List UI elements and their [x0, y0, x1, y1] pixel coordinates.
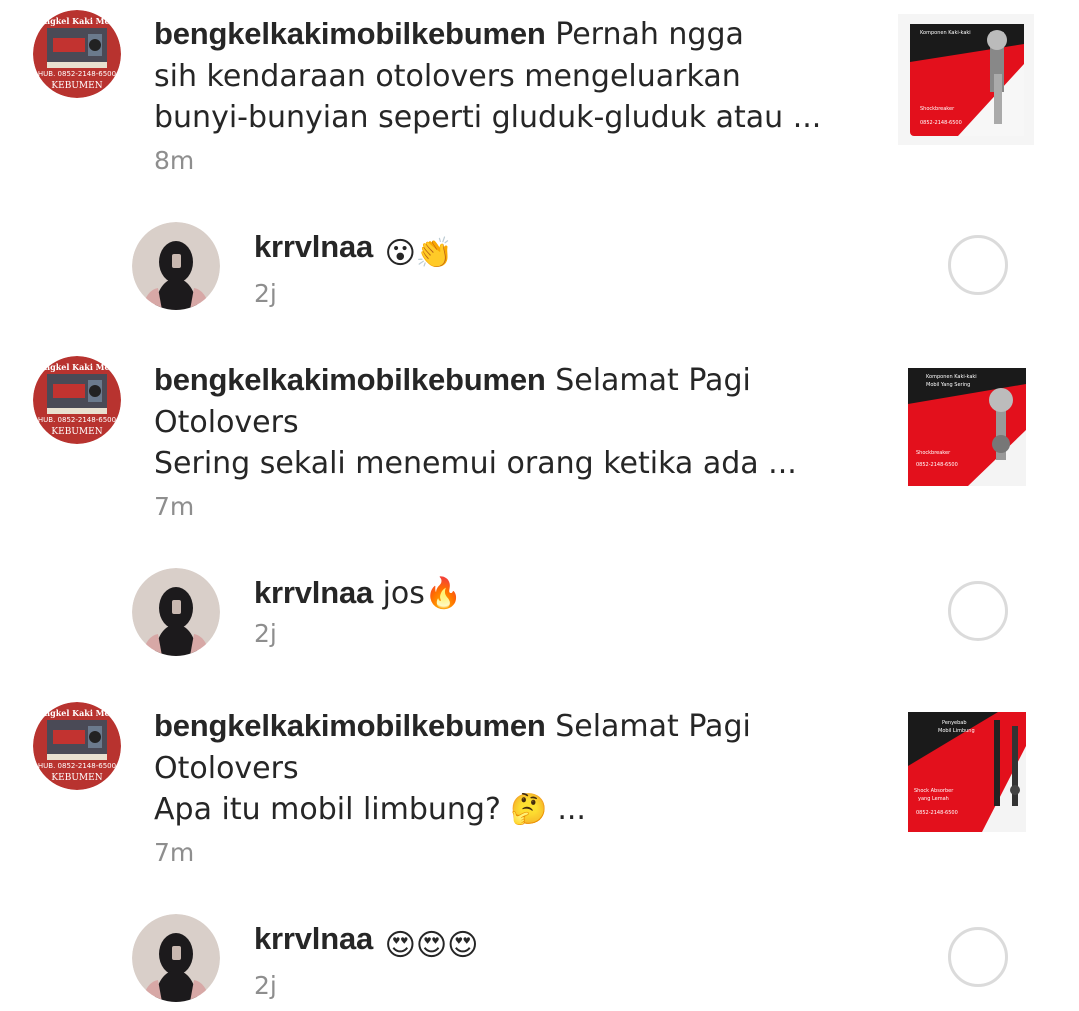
reply-comment: 😍😍😍	[384, 928, 479, 963]
timestamp: 2j	[254, 619, 277, 648]
svg-text:Shockbreaker: Shockbreaker	[920, 106, 955, 112]
svg-text:Bengkel Kaki Mobil: Bengkel Kaki Mobil	[33, 16, 121, 26]
svg-text:HUB. 0852-2148-6500: HUB. 0852-2148-6500	[38, 416, 116, 424]
avatar[interactable]: Bengkel Kaki Mobil HUB. 0852-2148-6500 K…	[33, 356, 121, 444]
svg-text:Komponen Kaki-kaki: Komponen Kaki-kaki	[926, 374, 977, 380]
post-thumbnail[interactable]: Penyebab Mobil Limbung Shock Absorber ya…	[898, 706, 1034, 837]
svg-text:HUB. 0852-2148-6500: HUB. 0852-2148-6500	[38, 70, 116, 78]
svg-text:Penyebab: Penyebab	[942, 720, 967, 726]
svg-text:Komponen Kaki-kaki: Komponen Kaki-kaki	[920, 30, 971, 36]
svg-text:Shock Absorber: Shock Absorber	[914, 788, 954, 794]
svg-text:0852-2148-6500: 0852-2148-6500	[920, 120, 962, 126]
avatar[interactable]: Bengkel Kaki Mobil HUB. 0852-2148-6500 K…	[33, 10, 121, 98]
caption-line: Selamat Pagi	[555, 363, 751, 398]
caption-line: Sering sekali menemui orang ketika ada .…	[154, 446, 797, 481]
avatar[interactable]	[132, 222, 220, 310]
svg-text:Mobil Yang Sering: Mobil Yang Sering	[926, 382, 970, 388]
svg-text:KEBUMEN: KEBUMEN	[51, 773, 102, 783]
reply-text: krrvlnaa jos🔥 2j	[254, 572, 462, 652]
username[interactable]: krrvlnaa	[254, 575, 373, 610]
shockbreaker-promo-image: Komponen Kaki-kaki Mobil Yang Sering Sho…	[898, 360, 1034, 491]
select-checkbox[interactable]	[948, 235, 1008, 295]
user-photo	[132, 222, 220, 310]
timestamp: 2j	[254, 971, 277, 1000]
svg-text:Shockbreaker: Shockbreaker	[916, 450, 951, 456]
post-thumbnail[interactable]: Komponen Kaki-kaki Shockbreaker 0852-214…	[898, 14, 1034, 145]
svg-text:yang Lemah: yang Lemah	[918, 796, 949, 802]
svg-text:Bengkel Kaki Mobil: Bengkel Kaki Mobil	[33, 362, 121, 372]
username[interactable]: bengkelkakimobilkebumen	[154, 708, 546, 743]
svg-text:KEBUMEN: KEBUMEN	[51, 81, 102, 91]
activity-text: bengkelkakimobilkebumen Selamat Pagi Oto…	[154, 359, 834, 525]
select-checkbox[interactable]	[948, 927, 1008, 987]
avatar[interactable]: Bengkel Kaki Mobil HUB. 0852-2148-6500 K…	[33, 702, 121, 790]
timestamp: 8m	[154, 145, 195, 175]
svg-text:KEBUMEN: KEBUMEN	[51, 427, 102, 437]
timestamp: 2j	[254, 279, 277, 308]
caption-line: sih kendaraan otolovers mengeluarkan	[154, 58, 741, 94]
caption-line: Apa itu mobil limbung? 🤔 ...	[154, 792, 586, 827]
post-thumbnail[interactable]: Komponen Kaki-kaki Mobil Yang Sering Sho…	[898, 360, 1034, 491]
shockbreaker-promo-image: Komponen Kaki-kaki Shockbreaker 0852-214…	[898, 14, 1034, 145]
caption-line: Pernah ngga	[555, 17, 744, 52]
svg-text:Mobil Limbung: Mobil Limbung	[938, 728, 975, 734]
username[interactable]: krrvlnaa	[254, 921, 373, 956]
bengkel-logo-icon: Bengkel Kaki Mobil HUB. 0852-2148-6500 K…	[33, 10, 121, 98]
activity-text: bengkelkakimobilkebumen Pernah ngga sih …	[154, 13, 834, 179]
select-checkbox[interactable]	[948, 581, 1008, 641]
svg-text:0852-2148-6500: 0852-2148-6500	[916, 810, 958, 816]
username[interactable]: bengkelkakimobilkebumen	[154, 362, 546, 397]
shock-absorber-promo-image: Penyebab Mobil Limbung Shock Absorber ya…	[898, 706, 1034, 837]
avatar[interactable]	[132, 914, 220, 1002]
avatar[interactable]	[132, 568, 220, 656]
caption-line: Selamat Pagi	[555, 709, 751, 744]
activity-feed: Bengkel Kaki Mobil HUB. 0852-2148-6500 K…	[0, 0, 1079, 1011]
username[interactable]: bengkelkakimobilkebumen	[154, 16, 546, 51]
reply-text: krrvlnaa 😮👏 2j	[254, 226, 453, 312]
bengkel-logo-icon: Bengkel Kaki Mobil HUB. 0852-2148-6500 K…	[33, 356, 121, 444]
reply-comment: 😮👏	[384, 236, 454, 271]
caption-line: Otolovers	[154, 750, 299, 786]
username[interactable]: krrvlnaa	[254, 229, 373, 264]
svg-text:HUB. 0852-2148-6500: HUB. 0852-2148-6500	[38, 762, 116, 770]
caption-line: bunyi-bunyian seperti gluduk-gluduk atau…	[154, 100, 822, 135]
activity-text: bengkelkakimobilkebumen Selamat Pagi Oto…	[154, 705, 834, 871]
bengkel-logo-icon: Bengkel Kaki Mobil HUB. 0852-2148-6500 K…	[33, 702, 121, 790]
timestamp: 7m	[154, 491, 195, 521]
user-photo	[132, 568, 220, 656]
svg-text:0852-2148-6500: 0852-2148-6500	[916, 462, 958, 468]
reply-text: krrvlnaa 😍😍😍 2j	[254, 918, 478, 1004]
user-photo	[132, 914, 220, 1002]
reply-comment: jos🔥	[382, 576, 463, 611]
svg-text:Bengkel Kaki Mobil: Bengkel Kaki Mobil	[33, 708, 121, 718]
caption-line: Otolovers	[154, 404, 299, 440]
timestamp: 7m	[154, 837, 195, 867]
